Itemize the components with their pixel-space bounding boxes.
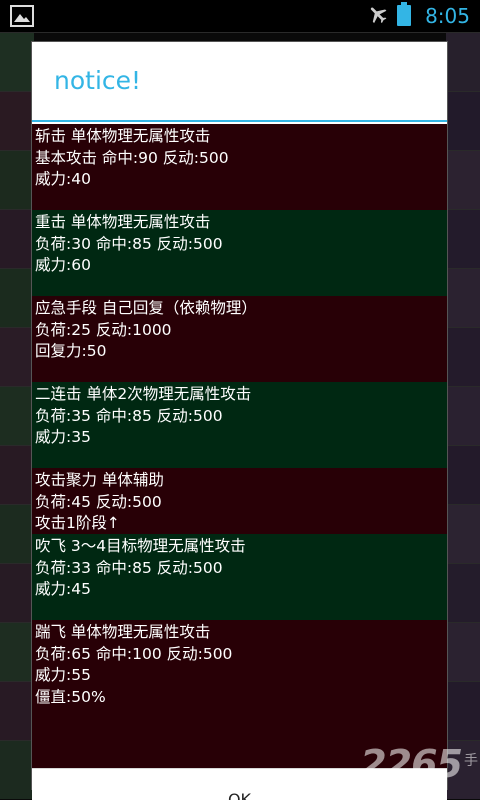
skill-detail-line: 负荷:45 反动:500 (35, 492, 162, 511)
skill-detail-line: 负荷:25 反动:1000 (35, 320, 172, 339)
skill-name-line: 斩击 单体物理无属性攻击 (35, 127, 211, 145)
skill-detail-line: 基本攻击 命中:90 反动:500 (35, 148, 229, 167)
dialog-header: notice! (32, 42, 447, 122)
watermark-suffix: 手 (464, 753, 478, 769)
skill-detail-line: 负荷:33 命中:85 反动:500 (35, 558, 223, 577)
status-time: 8:05 (425, 4, 470, 28)
skill-detail-line: 威力:55 (35, 666, 91, 684)
skill-name-line: 重击 单体物理无属性攻击 (35, 213, 211, 231)
skill-detail-line: 负荷:30 命中:85 反动:500 (35, 234, 223, 253)
dialog-message-list[interactable]: 斩击 单体物理无属性攻击 基本攻击 命中:90 反动:500 威力:40 重击 单体物… (32, 124, 447, 768)
status-bar: 8:05 (0, 0, 480, 32)
dialog-title: notice! (54, 66, 142, 95)
skill-name-line: 应急手段 自己回复（依赖物理） (35, 299, 257, 317)
skill-detail-line: 负荷:35 命中:85 反动:500 (35, 406, 223, 425)
skill-name-line: 攻击聚力 单体辅助 (35, 471, 164, 489)
watermark-logo: 2265 (360, 742, 463, 786)
airplane-mode-icon (367, 3, 389, 29)
skill-detail-line: 僵直:50% (35, 687, 106, 706)
skill-detail-line: 威力:35 (35, 428, 91, 446)
battery-icon (397, 2, 412, 30)
skill-detail-line: 威力:40 (35, 170, 91, 188)
notice-dialog: notice! 斩击 单体物理无属性攻击 基本攻击 命中:90 反动:500 威力:… (32, 42, 447, 800)
skill-name-line: 踹飞 单体物理无属性攻击 (35, 623, 211, 641)
skill-entry: 应急手段 自己回复（依赖物理） 负荷:25 反动:1000 回复力:50 (32, 296, 447, 382)
skill-entry: 斩击 单体物理无属性攻击 基本攻击 命中:90 反动:500 威力:40 (32, 124, 447, 210)
skill-detail-line: 负荷:65 命中:100 反动:500 (35, 644, 233, 663)
image-notification-icon (10, 5, 34, 27)
skill-detail-line: 攻击1阶段↑ (35, 514, 120, 532)
status-icons: 8:05 (367, 0, 470, 32)
skill-detail-line: 威力:45 (35, 580, 91, 598)
skill-name-line: 二连击 单体2次物理无属性攻击 (35, 385, 252, 403)
skill-entry: 吹飞 3～4目标物理无属性攻击 负荷:33 命中:85 反动:500 威力:45 (32, 534, 447, 620)
skill-entry: 攻击聚力 单体辅助 负荷:45 反动:500 攻击1阶段↑ (32, 468, 447, 534)
skill-entry: 重击 单体物理无属性攻击 负荷:30 命中:85 反动:500 威力:60 (32, 210, 447, 296)
skill-entry: 二连击 单体2次物理无属性攻击 负荷:35 命中:85 反动:500 威力:35 (32, 382, 447, 468)
skill-name-line: 吹飞 3～4目标物理无属性攻击 (35, 537, 246, 555)
skill-detail-line: 威力:60 (35, 256, 91, 274)
screen: 8:05 notice! 斩击 单体物理无属性攻击 基本攻击 命中:90 反动:5… (0, 0, 480, 800)
skill-detail-line: 回复力:50 (35, 342, 107, 360)
